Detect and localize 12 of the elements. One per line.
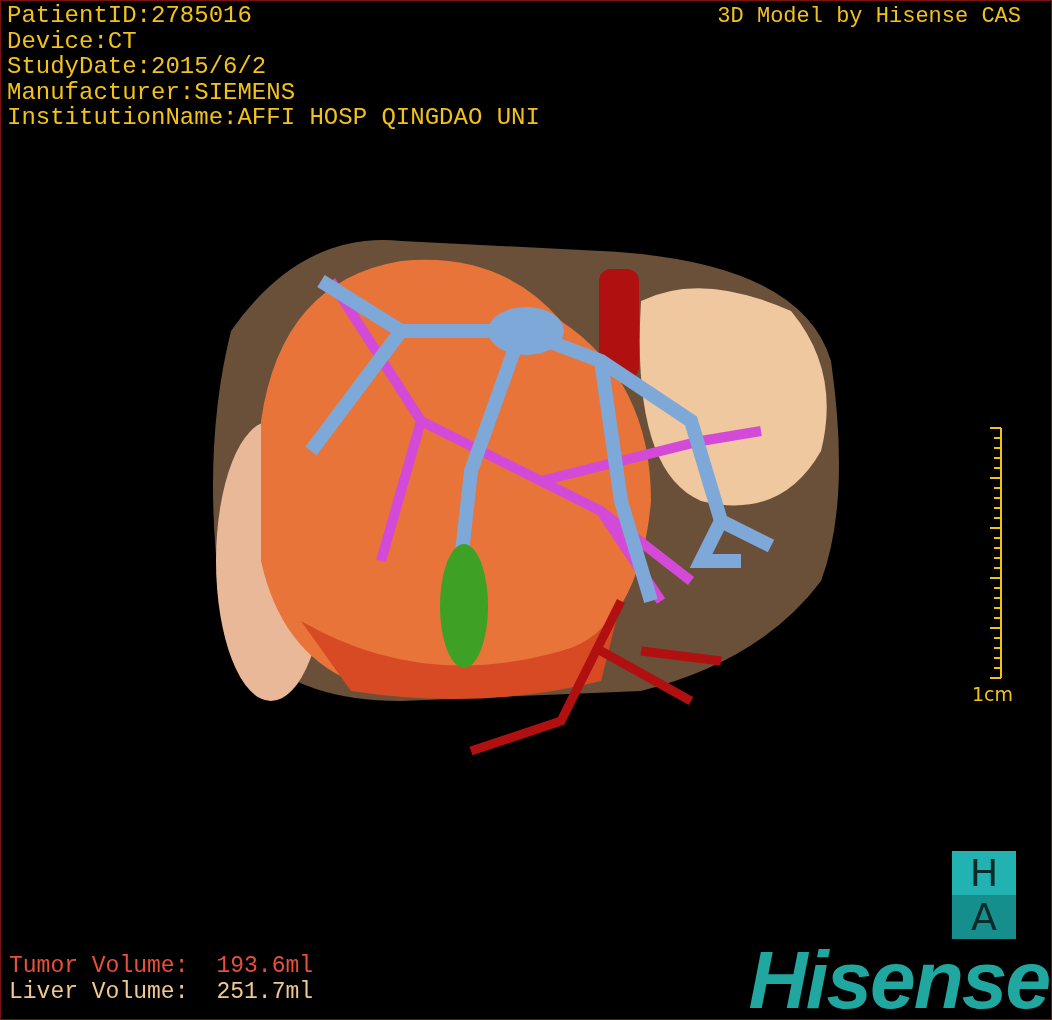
study-info-text: Device:CT [7,28,138,54]
brand-wordmark: Hisense [748,947,1049,1013]
volume-label: Tumor Volume: [9,953,189,979]
volume-label: Liver Volume: [9,979,189,1005]
study-info-text: PatientID:2785016 [7,3,253,29]
viewer-title: 3D Model by Hisense CAS [717,3,1021,31]
study-info-text: Manufacturer:SIEMENS [7,79,297,105]
study-info-text: StudyDate:2015/6/2 [7,54,268,80]
volume-value: 251.7ml [216,979,314,1005]
study-info-text: InstitutionName:AFFI HOSP QINGDAO UNI [7,105,540,131]
volume-value: 193.6ml [216,953,314,979]
scale-label: 1cm [971,683,1013,706]
